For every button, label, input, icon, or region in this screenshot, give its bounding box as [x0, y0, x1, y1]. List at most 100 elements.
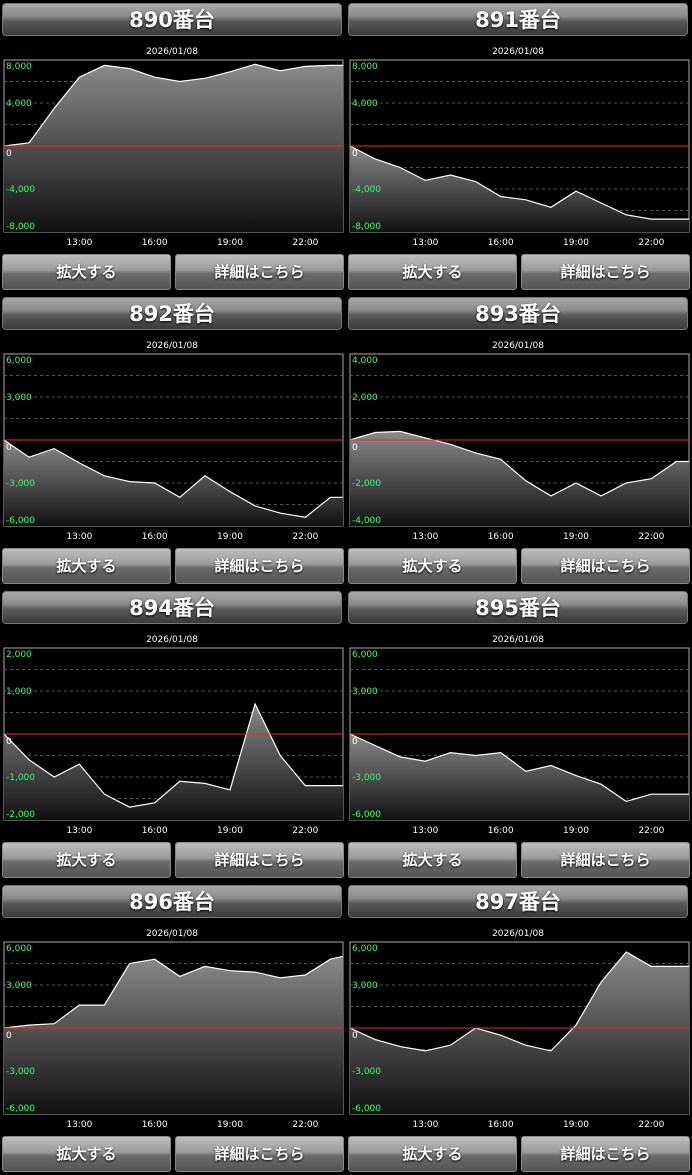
machine-title: 890番台 [2, 3, 342, 36]
payout-chart[interactable]: 2026/01/08 2,000 1,000 0 -1,000 -2,000 13:00 16… [0, 628, 344, 838]
detail-button[interactable]: 詳細はこちら [521, 254, 690, 290]
y-tick-label: -6,000 [352, 1104, 381, 1114]
x-tick-label: 19:00 [217, 826, 243, 836]
chart-date: 2026/01/08 [146, 341, 198, 351]
payout-chart[interactable]: 2026/01/08 6,000 3,000 0 -3,000 -6,000 13:00 16… [346, 922, 690, 1132]
machine-card: 890番台 2026/01/08 8,000 4,000 0 -4,000 -8,000 13… [0, 0, 344, 290]
y-tick-label: 4,000 [352, 356, 378, 366]
detail-button[interactable]: 詳細はこちら [521, 842, 690, 878]
y-tick-label: 6,000 [6, 944, 32, 954]
y-tick-label: 3,000 [352, 981, 378, 991]
x-tick-label: 22:00 [638, 1120, 664, 1130]
detail-button[interactable]: 詳細はこちら [175, 1136, 344, 1172]
machine-title: 897番台 [348, 885, 688, 918]
x-tick-label: 16:00 [488, 826, 514, 836]
zoom-button[interactable]: 拡大する [348, 548, 517, 584]
x-tick-label: 16:00 [142, 532, 168, 542]
machine-card: 895番台 2026/01/08 6,000 3,000 0 -3,000 -6,000 13… [346, 588, 690, 878]
y-tick-label: -2,000 [6, 810, 35, 820]
x-tick-label: 22:00 [638, 826, 664, 836]
payout-chart[interactable]: 2026/01/08 6,000 3,000 0 -3,000 -6,000 13:00 16… [346, 628, 690, 838]
y-tick-label: 0 [352, 1031, 358, 1041]
x-tick-label: 13:00 [66, 1120, 92, 1130]
x-tick-label: 13:00 [412, 826, 438, 836]
zoom-button[interactable]: 拡大する [348, 842, 517, 878]
x-tick-label: 22:00 [638, 532, 664, 542]
y-tick-label: 0 [6, 737, 12, 747]
y-tick-label: -2,000 [352, 479, 381, 489]
x-tick-label: 13:00 [412, 1120, 438, 1130]
machine-card: 891番台 2026/01/08 8,000 4,000 0 -4,000 -8,000 13… [346, 0, 690, 290]
detail-button[interactable]: 詳細はこちら [521, 548, 690, 584]
zoom-button[interactable]: 拡大する [2, 548, 171, 584]
chart-date: 2026/01/08 [146, 929, 198, 939]
y-tick-label: -3,000 [6, 479, 35, 489]
x-tick-label: 13:00 [412, 532, 438, 542]
machine-chart-grid: 890番台 2026/01/08 8,000 4,000 0 -4,000 -8,000 13… [0, 0, 692, 1175]
y-tick-label: 6,000 [352, 650, 378, 660]
x-tick-label: 16:00 [142, 1120, 168, 1130]
y-tick-label: 0 [6, 1031, 12, 1041]
machine-card: 893番台 2026/01/08 4,000 2,000 0 -2,000 -4,000 13… [346, 294, 690, 584]
y-tick-label: -4,000 [352, 185, 381, 195]
y-tick-label: 4,000 [352, 99, 378, 109]
y-tick-label: -4,000 [352, 516, 381, 526]
y-tick-label: -3,000 [6, 1067, 35, 1077]
zoom-button[interactable]: 拡大する [2, 254, 171, 290]
machine-card: 897番台 2026/01/08 6,000 3,000 0 -3,000 -6,000 13… [346, 882, 690, 1172]
y-tick-label: 0 [352, 737, 358, 747]
y-tick-label: 3,000 [352, 687, 378, 697]
chart-date: 2026/01/08 [146, 635, 198, 645]
x-tick-label: 22:00 [292, 532, 318, 542]
zoom-button[interactable]: 拡大する [348, 254, 517, 290]
machine-card: 896番台 2026/01/08 6,000 3,000 0 -3,000 -6,000 13… [0, 882, 344, 1172]
x-tick-label: 22:00 [292, 1120, 318, 1130]
zoom-button[interactable]: 拡大する [2, 842, 171, 878]
y-tick-label: 3,000 [6, 981, 32, 991]
x-tick-label: 16:00 [488, 532, 514, 542]
y-tick-label: 6,000 [352, 944, 378, 954]
detail-button[interactable]: 詳細はこちら [175, 254, 344, 290]
machine-title: 891番台 [348, 3, 688, 36]
machine-title: 894番台 [2, 591, 342, 624]
detail-button[interactable]: 詳細はこちら [175, 842, 344, 878]
payout-chart[interactable]: 2026/01/08 4,000 2,000 0 -2,000 -4,000 13:00 16… [346, 334, 690, 544]
detail-button[interactable]: 詳細はこちら [175, 548, 344, 584]
x-tick-label: 22:00 [292, 826, 318, 836]
x-tick-label: 19:00 [217, 532, 243, 542]
x-tick-label: 13:00 [66, 532, 92, 542]
y-tick-label: -3,000 [352, 773, 381, 783]
detail-button[interactable]: 詳細はこちら [521, 1136, 690, 1172]
x-tick-label: 19:00 [563, 826, 589, 836]
zoom-button[interactable]: 拡大する [2, 1136, 171, 1172]
payout-chart[interactable]: 2026/01/08 8,000 4,000 0 -4,000 -8,000 13:00 16… [0, 40, 344, 250]
y-tick-label: -8,000 [6, 222, 35, 232]
machine-title: 895番台 [348, 591, 688, 624]
chart-date: 2026/01/08 [492, 47, 544, 57]
machine-card: 892番台 2026/01/08 6,000 3,000 0 -3,000 -6,000 13… [0, 294, 344, 584]
y-tick-label: -8,000 [352, 222, 381, 232]
machine-title: 893番台 [348, 297, 688, 330]
machine-title: 892番台 [2, 297, 342, 330]
payout-chart[interactable]: 2026/01/08 8,000 4,000 0 -4,000 -8,000 13:00 16… [346, 40, 690, 250]
y-tick-label: -6,000 [352, 810, 381, 820]
x-tick-label: 22:00 [638, 238, 664, 248]
chart-date: 2026/01/08 [492, 341, 544, 351]
machine-title: 896番台 [2, 885, 342, 918]
y-tick-label: -6,000 [6, 1104, 35, 1114]
machine-card: 894番台 2026/01/08 2,000 1,000 0 -1,000 -2,000 13… [0, 588, 344, 878]
zoom-button[interactable]: 拡大する [348, 1136, 517, 1172]
x-tick-label: 22:00 [292, 238, 318, 248]
y-tick-label: 8,000 [6, 62, 32, 72]
x-tick-label: 16:00 [142, 826, 168, 836]
y-tick-label: 0 [6, 149, 12, 159]
x-tick-label: 13:00 [412, 238, 438, 248]
y-tick-label: 0 [352, 149, 358, 159]
x-tick-label: 19:00 [563, 532, 589, 542]
y-tick-label: 6,000 [6, 356, 32, 366]
payout-chart[interactable]: 2026/01/08 6,000 3,000 0 -3,000 -6,000 13:00 16… [0, 922, 344, 1132]
y-tick-label: 4,000 [6, 99, 32, 109]
chart-date: 2026/01/08 [492, 635, 544, 645]
payout-chart[interactable]: 2026/01/08 6,000 3,000 0 -3,000 -6,000 13:00 16… [0, 334, 344, 544]
x-tick-label: 16:00 [488, 1120, 514, 1130]
